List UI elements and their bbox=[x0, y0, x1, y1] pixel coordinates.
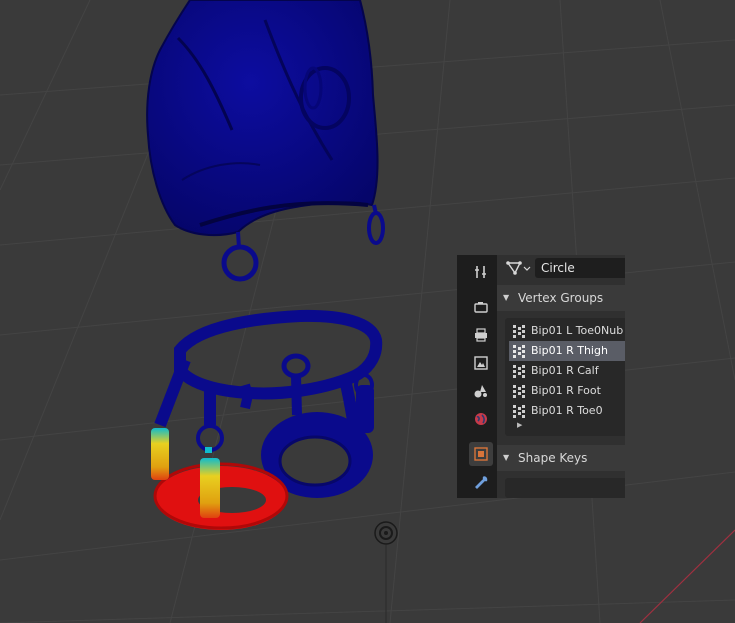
vertex-group-icon bbox=[513, 345, 525, 358]
scene-icon bbox=[474, 385, 487, 398]
object-name-field[interactable]: Circle bbox=[535, 258, 625, 278]
list-item[interactable]: Bip01 R Thigh bbox=[509, 341, 625, 361]
list-expand-triangle-icon[interactable]: ▶ bbox=[517, 421, 522, 429]
list-item[interactable]: Bip01 L Toe0Nub bbox=[509, 321, 625, 341]
tab-modifiers[interactable] bbox=[469, 471, 493, 495]
tab-tool[interactable] bbox=[469, 260, 493, 284]
tab-object[interactable] bbox=[469, 442, 493, 466]
vertex-group-icon bbox=[513, 405, 525, 418]
tab-view-layer[interactable] bbox=[469, 351, 493, 375]
list-item[interactable]: Bip01 R Toe0 bbox=[509, 401, 625, 421]
tab-scene[interactable] bbox=[469, 379, 493, 403]
shape-keys-header[interactable]: ▼ Shape Keys bbox=[497, 445, 625, 471]
vertex-group-icon bbox=[513, 385, 525, 398]
list-item[interactable]: Bip01 R Foot bbox=[509, 381, 625, 401]
vertex-group-label: Bip01 R Calf bbox=[531, 364, 599, 377]
list-item[interactable]: Bip01 R Calf bbox=[509, 361, 625, 381]
wrench-icon bbox=[475, 476, 488, 489]
shape-keys-list[interactable] bbox=[505, 478, 625, 498]
vertex-groups-header[interactable]: ▼ Vertex Groups bbox=[497, 285, 625, 311]
shape-keys-title: Shape Keys bbox=[518, 451, 588, 465]
properties-content: Circle ▼ Vertex Groups Bip01 L Toe0Nub B… bbox=[497, 255, 625, 498]
view-layer-icon bbox=[474, 356, 488, 370]
tab-render[interactable] bbox=[469, 295, 493, 319]
collapse-triangle-icon: ▼ bbox=[503, 453, 510, 462]
object-icon bbox=[474, 447, 488, 461]
output-printer-icon bbox=[475, 328, 487, 342]
vertex-group-icon bbox=[513, 365, 525, 378]
properties-panel: Circle ▼ Vertex Groups Bip01 L Toe0Nub B… bbox=[457, 255, 625, 498]
vertex-groups-list[interactable]: Bip01 L Toe0Nub Bip01 R Thigh Bip01 R Ca… bbox=[505, 318, 625, 436]
object-row: Circle bbox=[505, 258, 625, 278]
mesh-icon bbox=[506, 261, 531, 275]
tab-output[interactable] bbox=[469, 323, 493, 347]
mesh-data-dropdown[interactable] bbox=[505, 258, 535, 278]
collapse-triangle-icon: ▼ bbox=[503, 293, 510, 302]
render-camera-icon bbox=[474, 302, 488, 313]
vertex-group-label: Bip01 L Toe0Nub bbox=[531, 324, 624, 337]
tool-icon bbox=[475, 266, 486, 278]
vertex-group-label: Bip01 R Thigh bbox=[531, 344, 608, 357]
vertex-groups-title: Vertex Groups bbox=[518, 291, 604, 305]
vertex-group-label: Bip01 R Toe0 bbox=[531, 404, 603, 417]
vertex-group-icon bbox=[513, 325, 525, 338]
vertex-group-label: Bip01 R Foot bbox=[531, 384, 601, 397]
tab-world[interactable] bbox=[469, 407, 493, 431]
properties-tab-strip bbox=[457, 255, 497, 498]
world-globe-icon bbox=[475, 413, 487, 425]
